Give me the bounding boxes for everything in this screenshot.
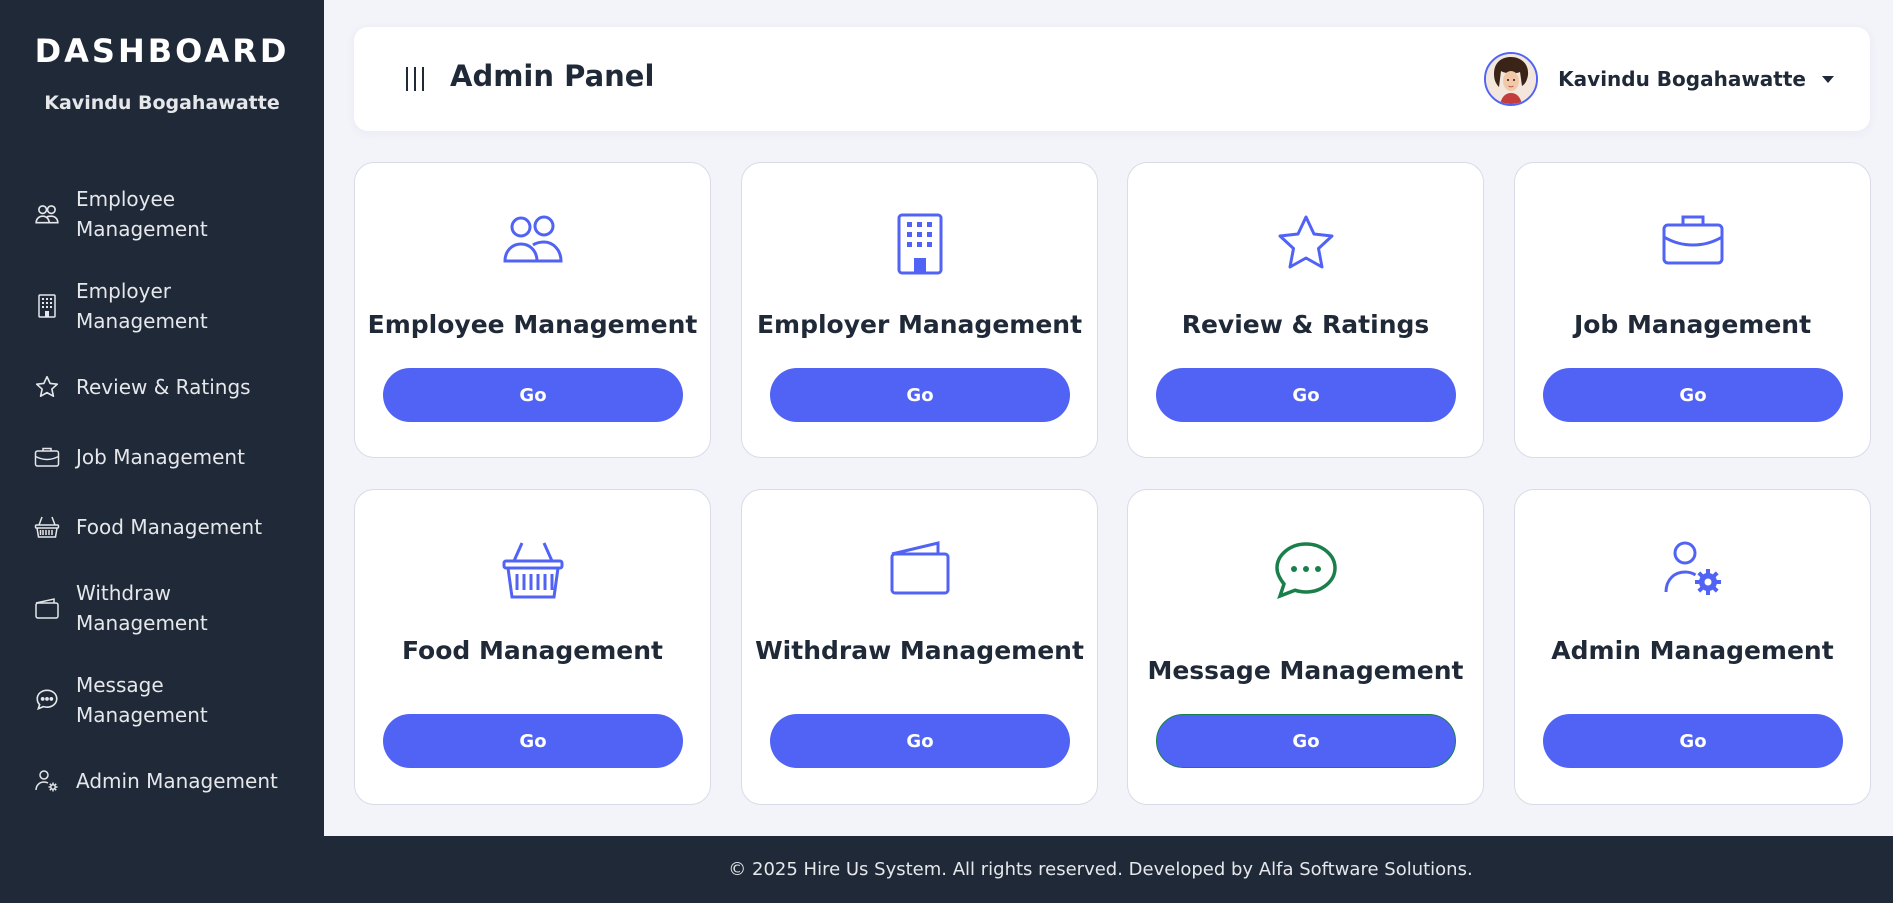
card-admin-management: Admin Management Go bbox=[1514, 489, 1871, 805]
avatar bbox=[1484, 52, 1539, 106]
card-review-ratings: Review & Ratings Go bbox=[1127, 162, 1484, 458]
go-button[interactable]: Go bbox=[1156, 368, 1456, 422]
user-gear-icon bbox=[1515, 540, 1870, 596]
sidebar-item-label: Employee Management bbox=[76, 187, 208, 241]
footer-text: © 2025 Hire Us System. All rights reserv… bbox=[728, 859, 1473, 880]
users-icon bbox=[355, 213, 710, 263]
sidebar-item-withdraw-management[interactable]: Withdraw Management bbox=[0, 562, 324, 654]
go-button[interactable]: Go bbox=[1156, 714, 1456, 768]
sidebar-item-admin-management[interactable]: Admin Management bbox=[0, 746, 324, 816]
wallet-icon bbox=[32, 593, 62, 623]
briefcase-icon bbox=[1515, 213, 1870, 267]
sidebar-item-employee-management[interactable]: Employee Management bbox=[0, 168, 324, 260]
card-employee-management: Employee Management Go bbox=[354, 162, 711, 458]
sidebar-brand: DASHBOARD bbox=[34, 32, 290, 70]
card-title: Food Management bbox=[401, 636, 664, 665]
users-icon bbox=[32, 199, 62, 229]
card-food-management: Food Management Go bbox=[354, 489, 711, 805]
card-job-management: Job Management Go bbox=[1514, 162, 1871, 458]
building-icon bbox=[32, 291, 62, 321]
card-message-management: Message Management Go bbox=[1127, 489, 1484, 805]
go-button[interactable]: Go bbox=[770, 714, 1070, 768]
sidebar-item-label: Review & Ratings bbox=[76, 375, 251, 399]
sidebar-item-label: Job Management bbox=[76, 445, 245, 469]
star-icon bbox=[32, 372, 62, 402]
go-button[interactable]: Go bbox=[383, 714, 683, 768]
sidebar-nav: Employee Management Employer Management … bbox=[0, 168, 324, 816]
sidebar-item-label: Food Management bbox=[76, 515, 263, 539]
chat-icon bbox=[32, 685, 62, 715]
menu-toggle-icon[interactable] bbox=[406, 67, 424, 91]
card-title: Employer Management bbox=[756, 310, 1083, 339]
sidebar-user-name: Kavindu Bogahawatte bbox=[44, 92, 280, 114]
card-employer-management: Employer Management Go bbox=[741, 162, 1098, 458]
go-button[interactable]: Go bbox=[1543, 368, 1843, 422]
sidebar-item-job-management[interactable]: Job Management bbox=[0, 422, 324, 492]
user-menu[interactable]: Kavindu Bogahawatte bbox=[1484, 52, 1834, 106]
card-title: Withdraw Management bbox=[755, 636, 1084, 665]
header-user-name: Kavindu Bogahawatte bbox=[1558, 67, 1806, 91]
chevron-down-icon bbox=[1822, 75, 1834, 83]
sidebar-item-label: Admin Management bbox=[76, 769, 278, 793]
sidebar-item-label: Employer Management bbox=[76, 279, 208, 333]
go-button[interactable]: Go bbox=[770, 368, 1070, 422]
basket-icon bbox=[32, 512, 62, 542]
sidebar-item-review-ratings[interactable]: Review & Ratings bbox=[0, 352, 324, 422]
go-button[interactable]: Go bbox=[1543, 714, 1843, 768]
card-title: Employee Management bbox=[367, 310, 698, 339]
card-title: Admin Management bbox=[1551, 636, 1834, 665]
star-icon bbox=[1128, 213, 1483, 275]
basket-icon bbox=[355, 540, 710, 600]
card-title: Message Management bbox=[1147, 656, 1464, 685]
card-withdraw-management: Withdraw Management Go bbox=[741, 489, 1098, 805]
footer: © 2025 Hire Us System. All rights reserv… bbox=[324, 836, 1893, 903]
sidebar-item-food-management[interactable]: Food Management bbox=[0, 492, 324, 562]
top-header: Admin Panel Kavindu Bogahawatte bbox=[354, 27, 1870, 131]
sidebar-item-label: Message Management bbox=[76, 673, 208, 727]
briefcase-icon bbox=[32, 442, 62, 472]
card-title: Job Management bbox=[1573, 310, 1812, 339]
building-icon bbox=[742, 213, 1097, 275]
page-title: Admin Panel bbox=[450, 59, 655, 93]
wallet-icon bbox=[742, 540, 1097, 596]
card-title: Review & Ratings bbox=[1181, 310, 1430, 339]
user-gear-icon bbox=[32, 766, 62, 796]
sidebar-item-employer-management[interactable]: Employer Management bbox=[0, 260, 324, 352]
sidebar-item-message-management[interactable]: Message Management bbox=[0, 654, 324, 746]
chat-icon bbox=[1128, 540, 1483, 600]
go-button[interactable]: Go bbox=[383, 368, 683, 422]
sidebar: DASHBOARD Kavindu Bogahawatte Employee M… bbox=[0, 0, 324, 903]
sidebar-item-label: Withdraw Management bbox=[76, 581, 208, 635]
